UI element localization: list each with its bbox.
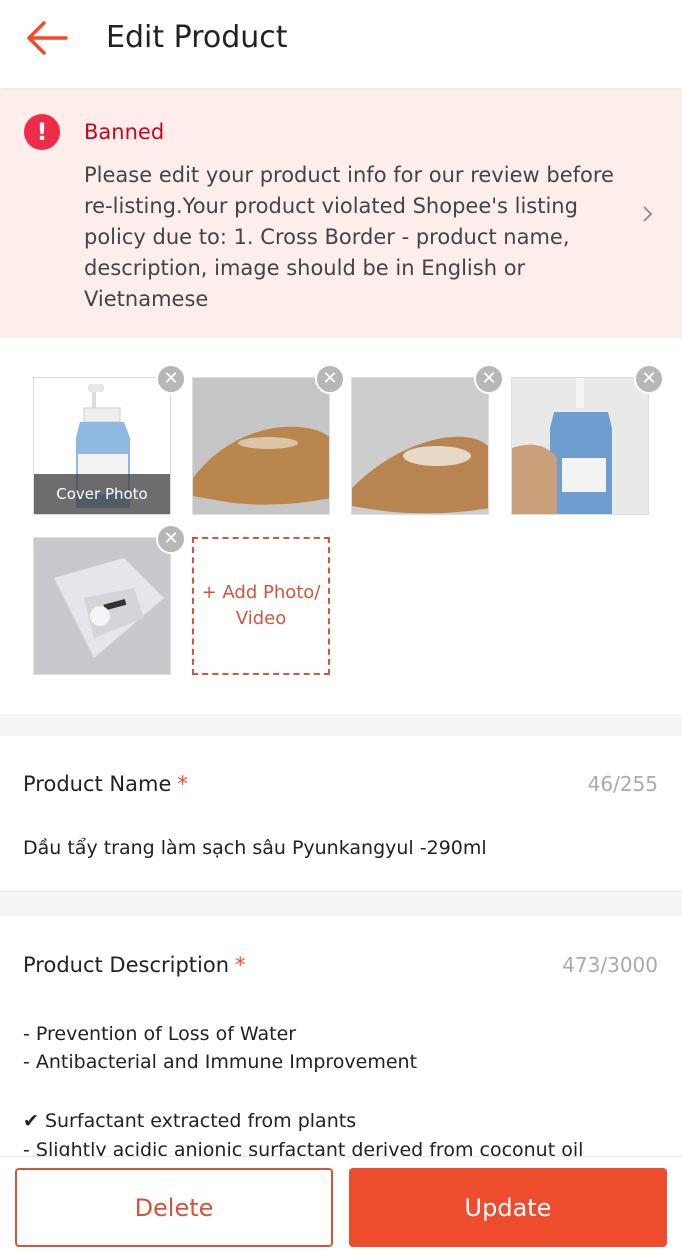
hand-foam-image — [352, 378, 488, 514]
held-bottle-image — [512, 378, 648, 514]
product-photo-5[interactable] — [33, 537, 171, 675]
cover-photo-label: Cover Photo — [34, 474, 170, 514]
product-description-label: Product Description * — [23, 951, 246, 979]
product-photo-cover[interactable]: Cover Photo — [33, 377, 171, 515]
remove-photo-4-icon[interactable]: ✕ — [634, 364, 664, 394]
delete-button[interactable]: Delete — [15, 1168, 333, 1247]
remove-photo-3-icon[interactable]: ✕ — [474, 364, 504, 394]
remove-photo-5-icon[interactable]: ✕ — [156, 524, 186, 554]
packaging-box-image — [34, 538, 170, 674]
product-name-input[interactable]: Dầu tẩy trang làm sạch sâu Pyunkangyul -… — [23, 834, 487, 862]
product-name-label: Product Name * — [23, 770, 188, 798]
product-name-counter: 46/255 — [587, 772, 658, 796]
arrow-left-icon[interactable] — [24, 18, 68, 58]
alert-circle-icon: ! — [24, 114, 60, 150]
required-mark: * — [235, 953, 246, 977]
add-photo-video-button[interactable]: + Add Photo/ Video — [192, 537, 330, 675]
page-title: Edit Product — [106, 20, 288, 55]
app-header: Edit Product — [0, 0, 682, 88]
product-name-label-text: Product Name — [23, 772, 172, 796]
product-photo-2[interactable] — [192, 377, 330, 515]
remove-photo-2-icon[interactable]: ✕ — [315, 364, 345, 394]
product-description-counter: 473/3000 — [562, 953, 658, 977]
description-line: - Prevention of Loss of Water — [23, 1023, 297, 1045]
product-photo-4[interactable] — [511, 377, 649, 515]
product-description-label-text: Product Description — [23, 953, 230, 977]
remove-photo-1-icon[interactable]: ✕ — [156, 364, 186, 394]
ban-status-label: Banned — [84, 120, 165, 144]
description-line: ✔ Surfactant extracted from plants — [23, 1110, 357, 1132]
product-name-section — [0, 736, 682, 892]
description-line: - Antibacterial and Immune Improvement — [23, 1051, 418, 1073]
required-mark: * — [177, 772, 188, 796]
hand-swatch-image — [193, 378, 329, 514]
ban-message: Please edit your product info for our re… — [84, 163, 614, 311]
update-button[interactable]: Update — [349, 1168, 667, 1247]
chevron-right-icon[interactable] — [640, 201, 656, 227]
product-photo-3[interactable] — [351, 377, 489, 515]
